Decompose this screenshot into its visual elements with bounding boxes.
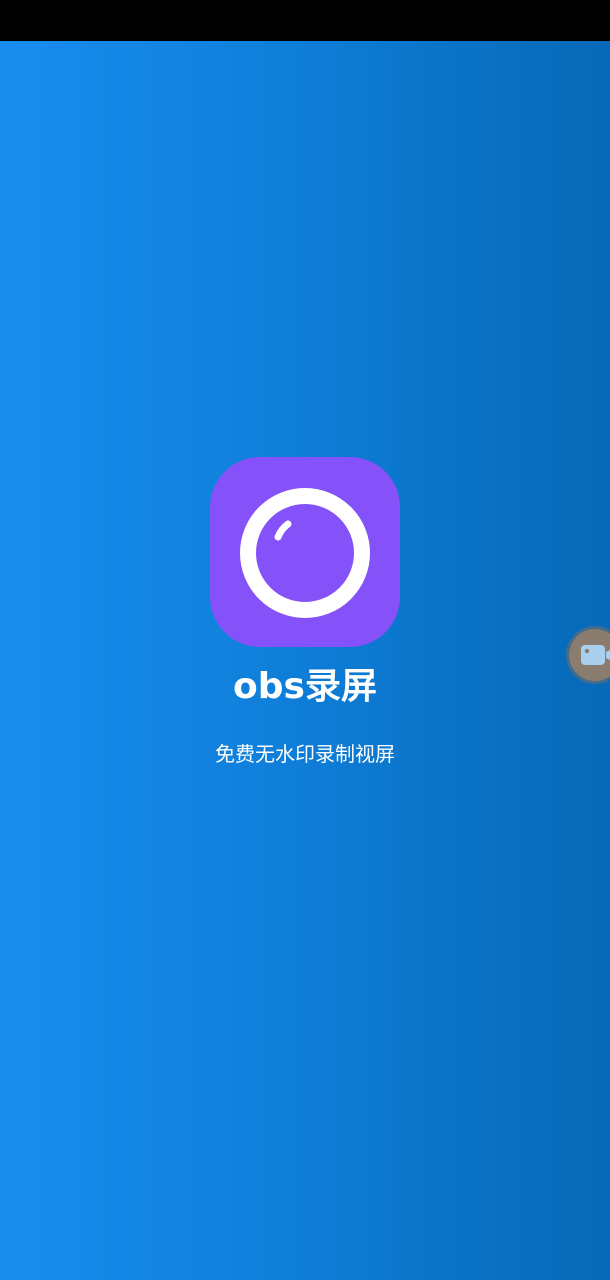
splash-screen: obs录屏 免费无水印录制视屏	[0, 0, 610, 1280]
splash-background	[0, 41, 610, 1280]
camera-lens-icon	[240, 488, 370, 618]
app-subtitle: 免费无水印录制视屏	[215, 742, 395, 766]
app-title: obs录屏	[233, 666, 377, 707]
app-icon	[210, 457, 400, 647]
video-camera-icon	[581, 645, 610, 665]
status-bar	[0, 0, 610, 41]
